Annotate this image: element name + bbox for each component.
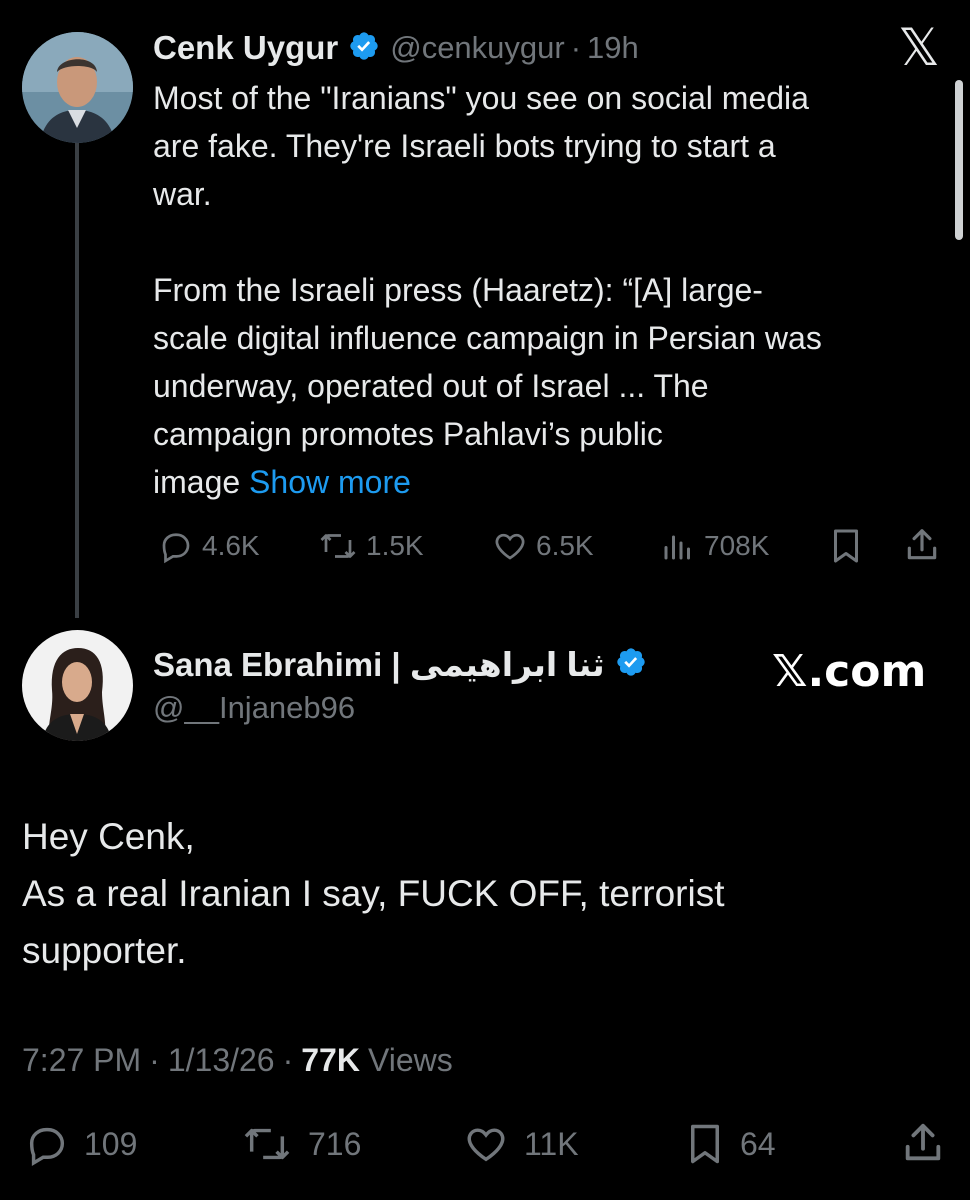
reply-icon: [162, 533, 190, 564]
repost-icon: [244, 1128, 290, 1160]
x-com-watermark: 𝕏.com: [772, 646, 927, 697]
share-button[interactable]: [903, 526, 941, 569]
tweet1-header: Cenk Uygur @cenkuygur · 19h: [153, 26, 639, 70]
post-time[interactable]: 7:27 PM: [22, 1042, 141, 1079]
separator-dot: ·: [282, 1041, 294, 1078]
views-button[interactable]: 708K: [660, 526, 769, 566]
tweet1-body: Most of the "Iranians" you see on social…: [153, 74, 953, 506]
repost-icon: [320, 534, 356, 558]
reply-button[interactable]: 4.6K: [158, 526, 260, 566]
thread-line: [75, 140, 79, 618]
x-logo-icon: 𝕏: [898, 18, 940, 78]
tweet2-header: Sana Ebrahimi | ثنا ابراهیمی: [153, 642, 647, 686]
like-button[interactable]: 6.5K: [492, 526, 594, 566]
repost-button[interactable]: 1.5K: [318, 526, 424, 566]
like-count: 11K: [524, 1125, 579, 1162]
view-count: 708K: [704, 530, 770, 561]
tweet1-line: are fake. They're Israeli bots trying to…: [153, 128, 776, 164]
views-count: 77K: [301, 1041, 360, 1078]
repost-count: 1.5K: [366, 530, 424, 561]
tweet1-line: underway, operated out of Israel ... The: [153, 368, 709, 404]
reply-count: 4.6K: [202, 530, 260, 561]
tweet1-line: scale digital influence campaign in Pers…: [153, 320, 822, 356]
show-more-link[interactable]: Show more: [249, 464, 411, 500]
reply-icon: [29, 1127, 65, 1167]
tweet1-line: image: [153, 464, 241, 500]
like-button[interactable]: 11K: [462, 1120, 579, 1168]
heart-icon: [467, 1128, 505, 1162]
repost-count: 716: [308, 1125, 362, 1162]
tweet2-line: supporter.: [22, 930, 187, 971]
repost-button[interactable]: 716: [240, 1120, 361, 1168]
post-time[interactable]: 19h: [587, 30, 639, 66]
scrollbar[interactable]: [955, 80, 963, 240]
reply-button[interactable]: 109: [24, 1120, 137, 1168]
verified-badge-icon: [615, 646, 647, 683]
bookmark-button[interactable]: 64: [684, 1120, 776, 1168]
tweet2-body: Hey Cenk, As a real Iranian I say, FUCK …: [22, 808, 952, 979]
reply-count: 109: [84, 1125, 138, 1162]
analytics-icon: [664, 535, 690, 560]
separator-dot: ·: [570, 30, 582, 65]
share-icon: [907, 529, 937, 560]
bookmark-button[interactable]: [828, 526, 864, 571]
author-name[interactable]: Sana Ebrahimi | ثنا ابراهیمی: [153, 645, 605, 684]
avatar-sana-ebrahimi[interactable]: [22, 630, 133, 741]
bookmark-icon: [834, 529, 858, 563]
separator-dot: ·: [149, 1041, 160, 1078]
bookmark-icon: [691, 1124, 719, 1164]
heart-icon: [495, 533, 525, 560]
tweet1-line-last: image Show more: [153, 458, 953, 506]
share-icon: [905, 1123, 941, 1161]
views-label: Views: [367, 1041, 453, 1078]
tweet1-line: From the Israeli press (Haaretz): “[A] l…: [153, 272, 763, 308]
author-handle[interactable]: @__Injaneb96: [153, 690, 355, 726]
like-count: 6.5K: [536, 530, 594, 561]
tweet1-line: campaign promotes Pahlavi’s public: [153, 416, 663, 452]
verified-badge-icon: [348, 30, 380, 67]
bookmark-count: 64: [740, 1125, 776, 1162]
author-handle[interactable]: @cenkuygur: [390, 30, 565, 66]
timestamp-row: 7:27 PM · 1/13/26 · 77K Views: [22, 1038, 453, 1082]
tweet1-line: war.: [153, 176, 212, 212]
tweet2-line: Hey Cenk,: [22, 816, 195, 857]
tweet1-line: Most of the "Iranians" you see on social…: [153, 80, 809, 116]
tweet2-line: As a real Iranian I say, FUCK OFF, terro…: [22, 873, 725, 914]
author-name[interactable]: Cenk Uygur: [153, 29, 338, 67]
avatar-cenk-uygur[interactable]: [22, 32, 133, 143]
post-date[interactable]: 1/13/26: [168, 1042, 275, 1079]
share-button[interactable]: [900, 1120, 946, 1171]
